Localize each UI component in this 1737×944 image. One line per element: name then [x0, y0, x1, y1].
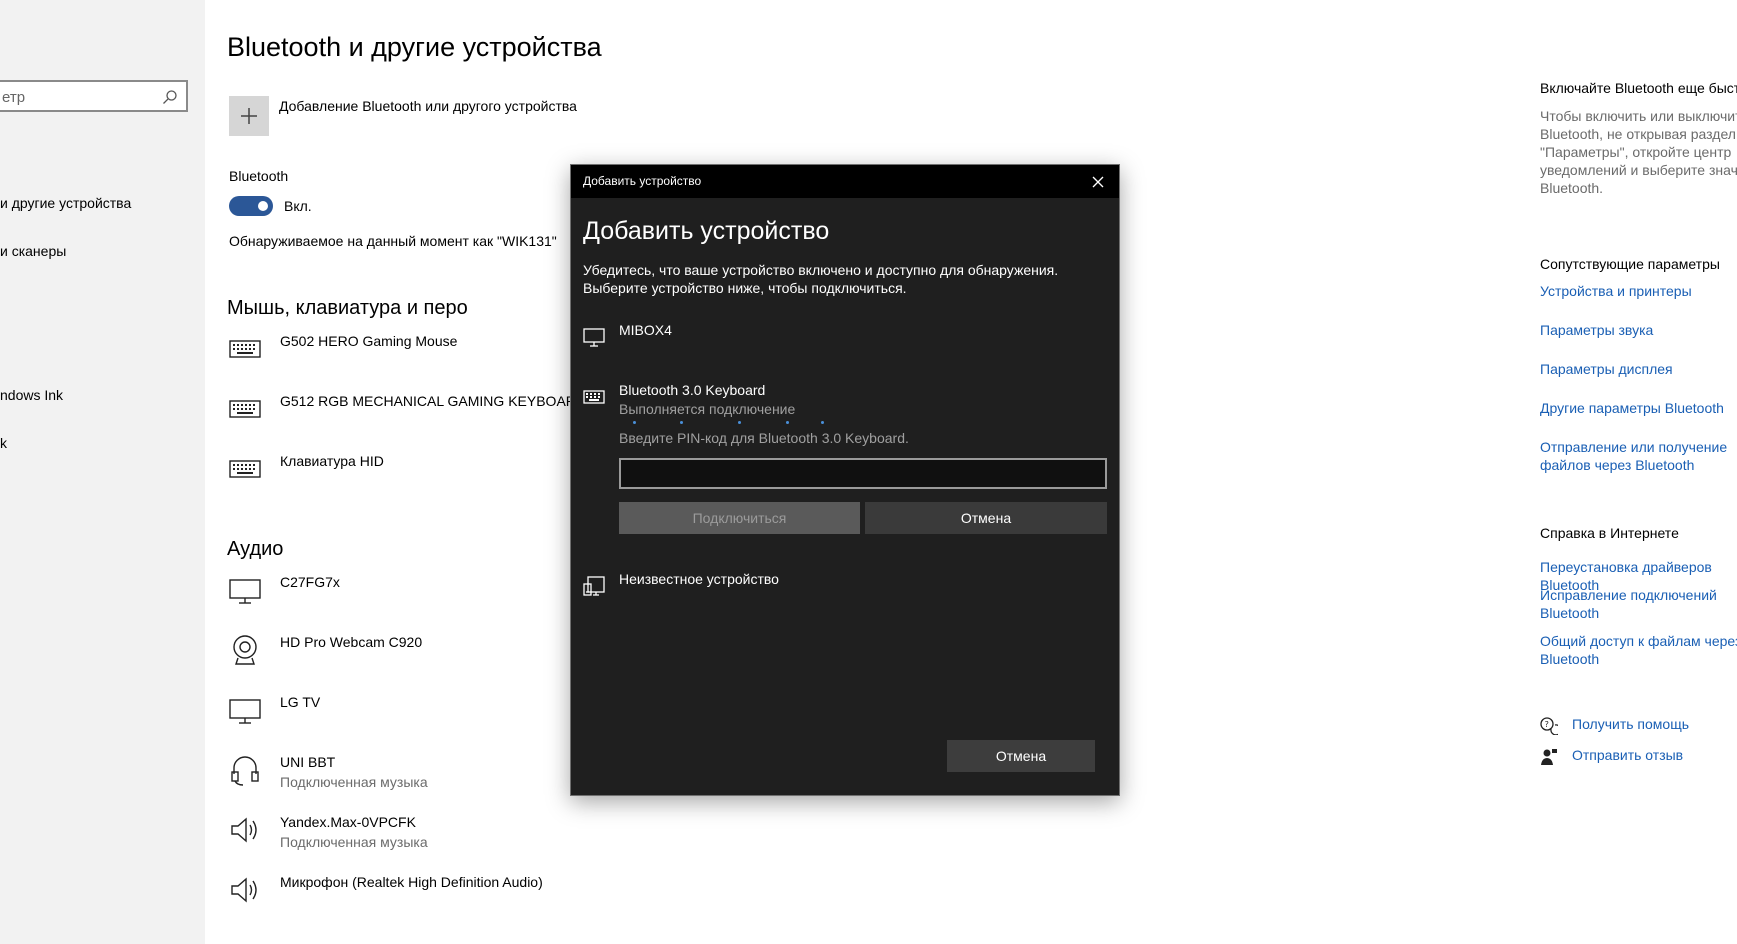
monitor-icon	[583, 328, 605, 347]
quick-tip-title: Включайте Bluetooth еще быстрее	[1540, 80, 1737, 96]
link-more-bluetooth[interactable]: Другие параметры Bluetooth	[1540, 399, 1737, 417]
search-icon[interactable]	[162, 89, 178, 105]
get-help-link[interactable]: ? Получить помощь	[1540, 716, 1737, 736]
headset-icon	[231, 756, 259, 786]
device-name: HD Pro Webcam C920	[280, 634, 423, 650]
device-name: Микрофон (Realtek High Definition Audio)	[280, 874, 543, 890]
settings-search-input[interactable]	[2, 87, 162, 107]
get-help-label[interactable]: Получить помощь	[1572, 716, 1689, 732]
speaker-icon	[231, 877, 257, 903]
speaker-icon	[231, 817, 257, 843]
dialog-window-title: Добавить устройство	[583, 174, 702, 188]
section-title-audio: Аудио	[227, 538, 284, 560]
device-name: G502 HERO Gaming Mouse	[280, 333, 458, 349]
link-devices-printers[interactable]: Устройства и принтеры	[1540, 282, 1737, 300]
dialog-titlebar[interactable]: Добавить устройство	[571, 165, 1119, 198]
sidebar-item-printers[interactable]: и сканеры	[0, 243, 66, 259]
monitor-icon	[229, 699, 261, 724]
related-settings-title: Сопутствующие параметры	[1540, 256, 1720, 272]
svg-text:?: ?	[1545, 720, 1549, 729]
cancel-pin-button[interactable]: Отмена	[865, 502, 1107, 534]
device-name: C27FG7x	[280, 574, 340, 590]
device-name: Клавиатура HID	[280, 453, 384, 469]
feedback-label[interactable]: Отправить отзыв	[1572, 747, 1683, 763]
add-device-dialog: Добавить устройство Добавить устройство …	[570, 164, 1120, 796]
bluetooth-toggle[interactable]	[229, 196, 273, 216]
device-status: Подключенная музыка	[280, 834, 428, 850]
settings-search-box[interactable]	[0, 80, 188, 112]
settings-sidebar: и другие устройства и сканеры ndows Ink …	[0, 0, 205, 944]
device-name: Yandex.Max-0VPCFK	[280, 814, 416, 830]
keyboard-icon	[583, 390, 605, 404]
bluetooth-label: Bluetooth	[229, 168, 289, 184]
device-name: UNI BBT	[280, 754, 336, 770]
keyboard-icon	[229, 400, 261, 418]
dialog-device-name: Неизвестное устройство	[619, 571, 779, 587]
bluetooth-toggle-state: Вкл.	[284, 198, 312, 214]
close-icon[interactable]	[1091, 175, 1105, 189]
keyboard-icon	[229, 340, 261, 358]
sidebar-item-windows-ink[interactable]: ndows Ink	[0, 387, 63, 403]
plus-icon	[241, 108, 257, 124]
dialog-device-item-selected[interactable]: Bluetooth 3.0 Keyboard Выполняется подкл…	[583, 382, 1108, 426]
keyboard-icon	[229, 460, 261, 478]
unknown-device-icon	[583, 576, 605, 596]
dialog-instruction: Убедитесь, что ваше устройство включено …	[583, 262, 1059, 296]
dialog-device-name: MIBOX4	[619, 322, 672, 338]
add-device-label[interactable]: Добавление Bluetooth или другого устройс…	[279, 98, 577, 114]
connecting-progress-dots	[571, 421, 1121, 427]
sidebar-item-autoplay[interactable]: k	[0, 435, 7, 451]
pin-prompt: Введите PIN-код для Bluetooth 3.0 Keyboa…	[619, 430, 909, 446]
pin-input[interactable]	[619, 458, 1107, 489]
device-status: Подключенная музыка	[280, 774, 428, 790]
link-send-receive-files[interactable]: Отправление или получение файлов через B…	[1540, 438, 1737, 474]
link-fix-connections[interactable]: Исправление подключений Bluetooth	[1540, 586, 1737, 622]
connect-button[interactable]: Подключиться	[619, 502, 860, 534]
feedback-person-icon	[1541, 749, 1557, 765]
help-chat-icon: ?	[1540, 717, 1558, 735]
webcam-icon	[233, 635, 257, 665]
quick-tip-text: Чтобы включить или выключить Bluetooth, …	[1540, 108, 1737, 196]
page-title: Bluetooth и другие устройства	[227, 32, 602, 62]
device-item[interactable]: Микрофон (Realtek High Definition Audio)	[229, 874, 709, 922]
related-panel: Включайте Bluetooth еще быстрее Чтобы вк…	[1540, 0, 1737, 944]
section-title-input: Мышь, клавиатура и перо	[227, 297, 468, 319]
dialog-heading: Добавить устройство	[583, 217, 830, 245]
dialog-device-name: Bluetooth 3.0 Keyboard	[619, 382, 766, 398]
add-device-button[interactable]	[229, 96, 269, 136]
device-name: G512 RGB MECHANICAL GAMING KEYBOARD	[280, 393, 586, 409]
device-name: LG TV	[280, 694, 321, 710]
link-share-files[interactable]: Общий доступ к файлам через Bluetooth	[1540, 632, 1737, 668]
dialog-cancel-button[interactable]: Отмена	[947, 740, 1095, 772]
link-sound-settings[interactable]: Параметры звука	[1540, 321, 1737, 339]
discoverable-name: Обнаруживаемое на данный момент как "WIK…	[229, 233, 557, 249]
dialog-device-status: Выполняется подключение	[619, 401, 796, 417]
dialog-device-item[interactable]: Неизвестное устройство	[583, 571, 1108, 601]
device-item[interactable]: Yandex.Max-0VPCFK Подключенная музыка	[229, 814, 709, 862]
monitor-icon	[229, 579, 261, 604]
sidebar-item-bluetooth[interactable]: и другие устройства	[0, 195, 131, 211]
link-display-settings[interactable]: Параметры дисплея	[1540, 360, 1737, 378]
feedback-link[interactable]: Отправить отзыв	[1540, 747, 1737, 767]
help-title: Справка в Интернете	[1540, 525, 1679, 541]
dialog-device-item[interactable]: MIBOX4	[583, 322, 1108, 352]
